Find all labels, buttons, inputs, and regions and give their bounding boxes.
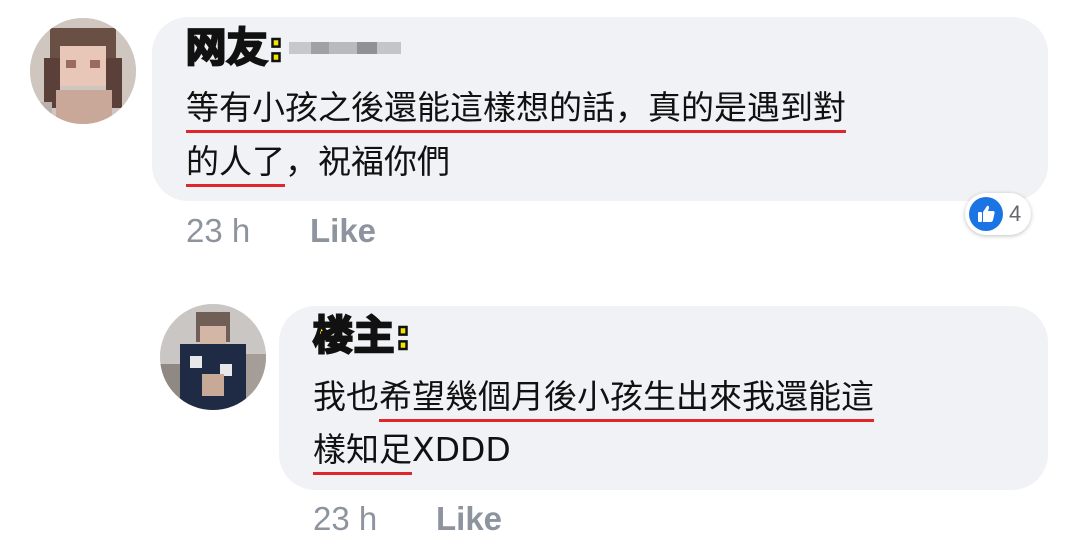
commenter-label: 网友:: [185, 25, 286, 71]
comment-underlined-text-2: 的人了: [186, 142, 285, 187]
comment-timestamp[interactable]: 23 h: [186, 212, 250, 250]
reply-author-label: 楼主:: [312, 313, 413, 359]
reaction-count: 4: [1009, 201, 1022, 226]
comment-underlined-text: 等有小孩之後還能這樣想的話，真的是遇到對: [186, 88, 846, 133]
comment-text-rest: ，祝福你們: [285, 142, 450, 181]
comment-author-row: 网友:: [185, 25, 401, 71]
comment-text-line-1: 等有小孩之後還能這樣想的話，真的是遇到對: [186, 88, 846, 133]
reply-text-rest: XDDD: [412, 430, 511, 469]
reply-timestamp[interactable]: 23 h: [313, 500, 377, 538]
reply-avatar[interactable]: [160, 304, 266, 410]
blurred-author-name[interactable]: [289, 42, 401, 54]
reaction-badge[interactable]: 4: [965, 193, 1032, 235]
reply-underlined-text-2: 樣知足: [313, 430, 412, 475]
reply-text-pre: 我也: [313, 377, 379, 416]
reply-underlined-text: 希望幾個月後小孩生出來我還能這: [379, 377, 874, 422]
comment-text-line-2: 的人了，祝福你們: [186, 142, 450, 187]
commenter-avatar[interactable]: [30, 18, 136, 124]
thumbs-up-icon: [969, 197, 1003, 231]
reply-like-button[interactable]: Like: [436, 500, 502, 538]
reply-author-row: 楼主:: [312, 313, 413, 359]
reply-text-line-2: 樣知足XDDD: [313, 430, 511, 475]
comment-like-button[interactable]: Like: [310, 212, 376, 250]
reply-text-line-1: 我也希望幾個月後小孩生出來我還能這: [313, 377, 874, 422]
